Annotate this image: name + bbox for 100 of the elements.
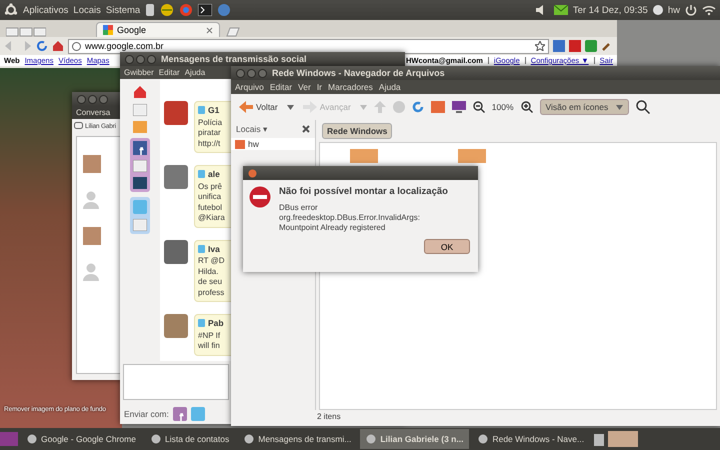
dialog-heading: Não foi possível montar a localização <box>279 186 449 197</box>
phone-icon[interactable] <box>145 3 156 17</box>
reload-icon[interactable] <box>36 40 48 52</box>
panel-menu[interactable]: Aplicativos <box>23 4 68 16</box>
menu-item[interactable]: Arquivo <box>235 82 264 92</box>
menu-item[interactable]: Conversa <box>76 108 110 117</box>
avatar-photo <box>164 314 188 338</box>
sender-name: G1 <box>208 105 220 116</box>
view-dropdown[interactable]: Visão em ícones <box>540 99 630 115</box>
message-text: Polícia piratar http://t <box>198 118 222 149</box>
power-icon[interactable] <box>685 4 697 16</box>
menu-item[interactable]: Editar <box>158 68 180 77</box>
send-with-label: Enviar com: <box>124 409 169 419</box>
window-controls-icon[interactable] <box>6 27 46 37</box>
back-button[interactable]: Voltar <box>237 99 280 115</box>
close-icon[interactable] <box>248 168 257 178</box>
panel-menu[interactable]: Locais <box>73 4 101 16</box>
avatar-icon <box>83 191 99 209</box>
app-icon <box>478 434 488 444</box>
avatar-photo <box>83 227 101 245</box>
search-icon[interactable] <box>636 100 650 114</box>
app-icon <box>150 434 161 444</box>
ubuntu-logo-icon <box>4 3 18 17</box>
user-name[interactable]: hw <box>668 4 680 16</box>
close-icon[interactable] <box>302 125 310 133</box>
clock[interactable]: Ter 14 Dez, 09:35 <box>572 4 648 16</box>
taskbar-item[interactable]: Lista de contatos <box>144 429 236 449</box>
browser-icon[interactable] <box>179 3 194 17</box>
new-tab-icon[interactable] <box>226 27 240 37</box>
minimize-icon[interactable] <box>88 94 97 104</box>
avatar-photo <box>83 155 101 173</box>
menu-item[interactable]: Gwibber <box>124 68 154 77</box>
sidebar-title[interactable]: Locais ▾ <box>236 124 268 134</box>
close-icon[interactable] <box>125 54 134 64</box>
error-message: DBus error org.freedesktop.DBus.Error.InvalidArgs: Mountpoint Already registered <box>279 203 421 233</box>
taskbar-item[interactable]: Mensagens de transmi... <box>238 429 358 449</box>
zoom-in-icon[interactable] <box>520 101 533 113</box>
menu-item[interactable]: Ver <box>298 82 311 92</box>
caret-icon <box>616 104 624 110</box>
mail-icon[interactable] <box>554 5 568 15</box>
window-title: Rede Windows - Navegador de Arquivos <box>272 68 445 78</box>
dropdown-icon[interactable] <box>286 104 294 110</box>
maximize-icon[interactable] <box>99 94 108 104</box>
back-arrow-icon <box>239 101 253 113</box>
taskbar-item[interactable]: Rede Windows - Nave... <box>472 429 590 449</box>
envelope-icon[interactable] <box>133 219 147 231</box>
trash-icon[interactable] <box>593 432 606 446</box>
sender-name: ale <box>208 169 220 180</box>
close-icon[interactable] <box>206 26 213 34</box>
sender-name: Pab <box>208 318 224 328</box>
path-button[interactable]: Rede Windows <box>322 123 392 139</box>
browser-tab[interactable]: Google <box>96 22 220 37</box>
zoom-level: 100% <box>492 102 514 112</box>
taskbar-item[interactable]: Google - Google Chrome <box>21 429 142 449</box>
minimize-icon[interactable] <box>136 54 145 64</box>
close-icon[interactable] <box>236 68 245 78</box>
menu-item[interactable]: Marcadores <box>328 82 373 92</box>
chat-icon <box>74 122 83 130</box>
menu-item[interactable]: Editar <box>270 82 292 92</box>
envelope-icon[interactable] <box>133 160 147 172</box>
sender-name: Iva <box>208 244 220 254</box>
minimize-icon[interactable] <box>247 68 256 78</box>
app-icon <box>27 434 37 444</box>
avatar-photo <box>164 240 188 264</box>
message-text: Os prê unifica futebol @Kiara <box>198 182 225 224</box>
avatar-icon <box>83 263 99 281</box>
google-logo-icon <box>103 25 113 35</box>
wifi-icon[interactable] <box>702 4 716 16</box>
avatar-photo <box>164 101 188 125</box>
menu-item[interactable]: Ajuda <box>184 68 206 77</box>
terminal-icon[interactable] <box>198 4 212 16</box>
facebook-icon[interactable] <box>172 407 187 421</box>
panel-menu[interactable]: Sistema <box>106 4 140 16</box>
zoom-out-icon[interactable] <box>472 101 485 113</box>
reload-icon[interactable] <box>412 101 424 113</box>
app-icon <box>366 434 376 444</box>
maximize-icon[interactable] <box>258 68 267 78</box>
menu-item[interactable]: Ir <box>316 82 322 92</box>
envelope-icon[interactable] <box>133 104 147 116</box>
place-item[interactable]: hw <box>231 138 315 150</box>
app-icon <box>244 434 254 444</box>
home-icon[interactable] <box>52 40 64 52</box>
status-text: 2 itens <box>316 411 342 423</box>
ok-button[interactable]: OK <box>424 239 470 254</box>
wrench-icon[interactable] <box>601 40 613 52</box>
close-icon[interactable] <box>77 94 86 104</box>
message-text: RT @D Hilda. de seu profess <box>198 256 224 298</box>
avatar-photo <box>164 165 188 189</box>
computer-icon[interactable] <box>452 101 466 113</box>
taskbar-item[interactable]: Lilian Gabriele (3 n... <box>360 429 470 449</box>
maximize-icon[interactable] <box>147 54 156 64</box>
star-icon[interactable] <box>535 41 545 51</box>
home-icon[interactable] <box>133 85 147 99</box>
address-bar[interactable]: www.google.com.br <box>68 38 549 54</box>
window-title: Mensagens de transmissão social <box>161 54 307 64</box>
error-icon <box>249 186 271 208</box>
menu-item[interactable]: Ajuda <box>378 82 401 92</box>
message-field[interactable] <box>123 364 229 400</box>
facebook-icon[interactable] <box>133 141 147 155</box>
message-text: #NP If will fin <box>198 330 220 352</box>
